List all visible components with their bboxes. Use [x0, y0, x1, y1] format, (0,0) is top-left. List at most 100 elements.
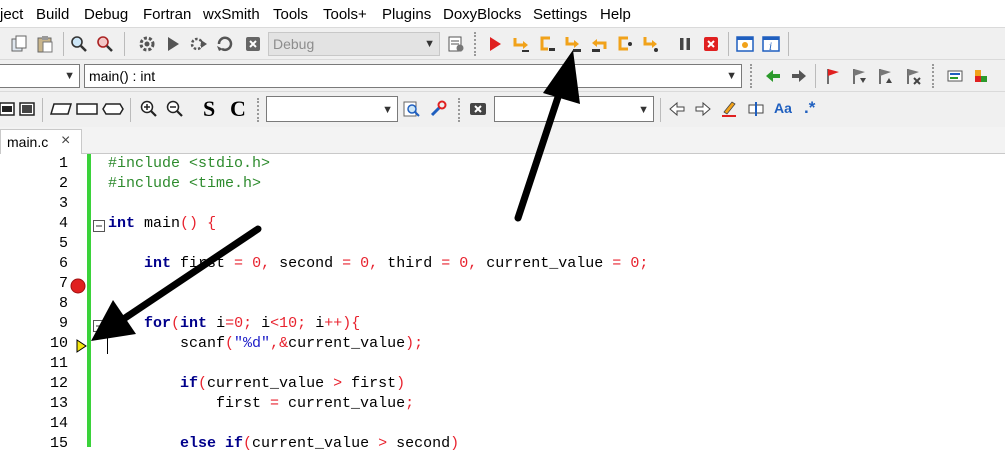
clear-bookmarks-icon[interactable] — [904, 67, 922, 85]
code-completion-icon[interactable] — [946, 67, 964, 85]
menu-plugins[interactable]: Plugins — [382, 6, 431, 23]
info-icon[interactable]: i — [762, 35, 780, 53]
code-line[interactable]: first = current_value; — [108, 395, 414, 412]
line-number[interactable]: 11 — [18, 355, 68, 372]
zoom-out-icon[interactable] — [166, 100, 184, 118]
step-into-icon[interactable] — [564, 35, 582, 53]
find-previous-icon[interactable] — [668, 100, 686, 118]
toolbar-grip[interactable] — [458, 98, 464, 122]
tetris-blocks-icon[interactable] — [972, 67, 990, 85]
code-line[interactable]: for(int i=0; i<10; i++){ — [108, 315, 360, 332]
next-line-icon[interactable] — [538, 35, 556, 53]
line-number-gutter[interactable]: 1 2 3 4 5 6 7 8 9 10 11 12 13 14 15 — [0, 154, 88, 452]
scope-select[interactable]: ▼ — [0, 64, 80, 88]
code-line[interactable]: int first = 0, second = 0, third = 0, cu… — [108, 255, 648, 272]
jump-back-icon[interactable] — [764, 67, 782, 85]
code-line[interactable]: #include <time.h> — [108, 175, 261, 192]
line-number[interactable]: 8 — [18, 295, 68, 312]
line-number[interactable]: 7 — [18, 275, 68, 292]
function-select[interactable]: main() : int ▼ — [84, 64, 742, 88]
wrench-icon[interactable] — [429, 100, 447, 118]
toolbar-grip[interactable] — [750, 64, 756, 88]
next-bookmark-icon[interactable] — [876, 67, 894, 85]
line-number[interactable]: 6 — [18, 255, 68, 272]
toolbar-grip[interactable] — [474, 32, 480, 56]
line-number[interactable]: 15 — [18, 435, 68, 452]
menu-build[interactable]: Build — [36, 6, 69, 23]
line-number[interactable]: 3 — [18, 195, 68, 212]
menu-project[interactable]: ject — [0, 6, 23, 23]
highlight-icon[interactable] — [720, 100, 738, 118]
find-next-icon[interactable] — [694, 100, 712, 118]
fold-toggle-icon[interactable] — [93, 220, 105, 232]
chevron-down-icon: ▼ — [638, 104, 649, 116]
code-line[interactable]: if(current_value > first) — [108, 375, 405, 392]
line-number[interactable]: 10 — [18, 335, 68, 352]
build-gear-icon[interactable] — [138, 35, 156, 53]
code-editor[interactable]: 1 2 3 4 5 6 7 8 9 10 11 12 13 14 15 #include <stdio.h>… — [0, 154, 1005, 452]
rebuild-icon[interactable] — [216, 35, 234, 53]
menu-tools[interactable]: Tools — [273, 6, 308, 23]
s-button[interactable]: S — [203, 96, 215, 122]
run-to-cursor-icon[interactable] — [512, 35, 530, 53]
run-icon[interactable] — [164, 35, 182, 53]
selection-only-icon[interactable] — [747, 100, 765, 118]
next-instruction-icon[interactable] — [616, 35, 634, 53]
menu-debug[interactable]: Debug — [84, 6, 128, 23]
line-number[interactable]: 13 — [18, 395, 68, 412]
clear-search-icon[interactable] — [469, 100, 487, 118]
code-line[interactable]: scanf("%d",&current_value); — [108, 335, 423, 352]
menu-settings[interactable]: Settings — [533, 6, 587, 23]
search-text-select[interactable]: ▼ — [266, 96, 398, 122]
close-icon[interactable]: × — [61, 132, 70, 150]
line-number[interactable]: 2 — [18, 175, 68, 192]
cut-icon[interactable] — [10, 35, 28, 53]
shape-hexagon-icon[interactable] — [102, 100, 124, 118]
zoom-in-icon[interactable] — [140, 100, 158, 118]
menu-tools-plus[interactable]: Tools+ — [323, 6, 367, 23]
stop-debugger-icon[interactable] — [702, 35, 720, 53]
fold-toggle-icon[interactable] — [93, 320, 105, 332]
step-out-icon[interactable] — [590, 35, 608, 53]
debugging-windows-icon[interactable] — [736, 35, 754, 53]
find-icon[interactable] — [70, 35, 88, 53]
show-select-target-icon[interactable] — [447, 35, 465, 53]
line-number[interactable]: 14 — [18, 415, 68, 432]
paste-icon[interactable] — [36, 35, 54, 53]
line-number[interactable]: 1 — [18, 155, 68, 172]
block-icon[interactable] — [0, 100, 16, 118]
code-line[interactable]: #include <stdio.h> — [108, 155, 270, 172]
menu-fortran[interactable]: Fortran — [143, 6, 191, 23]
jump-forward-icon[interactable] — [790, 67, 808, 85]
toggle-bookmark-icon[interactable] — [824, 67, 842, 85]
toolbar-grip[interactable] — [257, 98, 263, 122]
menu-doxyblocks[interactable]: DoxyBlocks — [443, 6, 521, 23]
build-and-run-icon[interactable] — [190, 35, 208, 53]
pause-icon[interactable] — [676, 35, 694, 53]
abort-icon[interactable] — [244, 35, 262, 53]
debug-run-icon[interactable] — [486, 35, 504, 53]
menu-help[interactable]: Help — [600, 6, 631, 23]
search-icon[interactable] — [403, 100, 421, 118]
tab-main-c[interactable]: main.c × — [0, 129, 82, 154]
code-line[interactable]: else if(current_value > second) — [108, 435, 459, 452]
toolbar-grip[interactable] — [932, 64, 938, 88]
code-line[interactable]: int main() { — [108, 215, 216, 232]
line-number[interactable]: 12 — [18, 375, 68, 392]
build-target-select[interactable]: Debug ▼ — [268, 32, 440, 56]
replace-icon[interactable] — [96, 35, 114, 53]
shape-parallelogram-icon[interactable] — [50, 100, 72, 118]
line-number[interactable]: 4 — [18, 215, 68, 232]
c-button[interactable]: C — [230, 96, 246, 122]
step-into-instruction-icon[interactable] — [642, 35, 660, 53]
match-case-button[interactable]: Aa — [774, 100, 792, 116]
previous-bookmark-icon[interactable] — [850, 67, 868, 85]
regex-button[interactable]: .* — [804, 98, 815, 118]
menu-wxsmith[interactable]: wxSmith — [203, 6, 260, 23]
line-number[interactable]: 5 — [18, 235, 68, 252]
line-number[interactable]: 9 — [18, 315, 68, 332]
replace-text-select[interactable]: ▼ — [494, 96, 654, 122]
shape-rectangle-icon[interactable] — [76, 100, 98, 118]
breakpoint-icon[interactable] — [70, 277, 86, 295]
block-filled-icon[interactable] — [18, 100, 36, 118]
